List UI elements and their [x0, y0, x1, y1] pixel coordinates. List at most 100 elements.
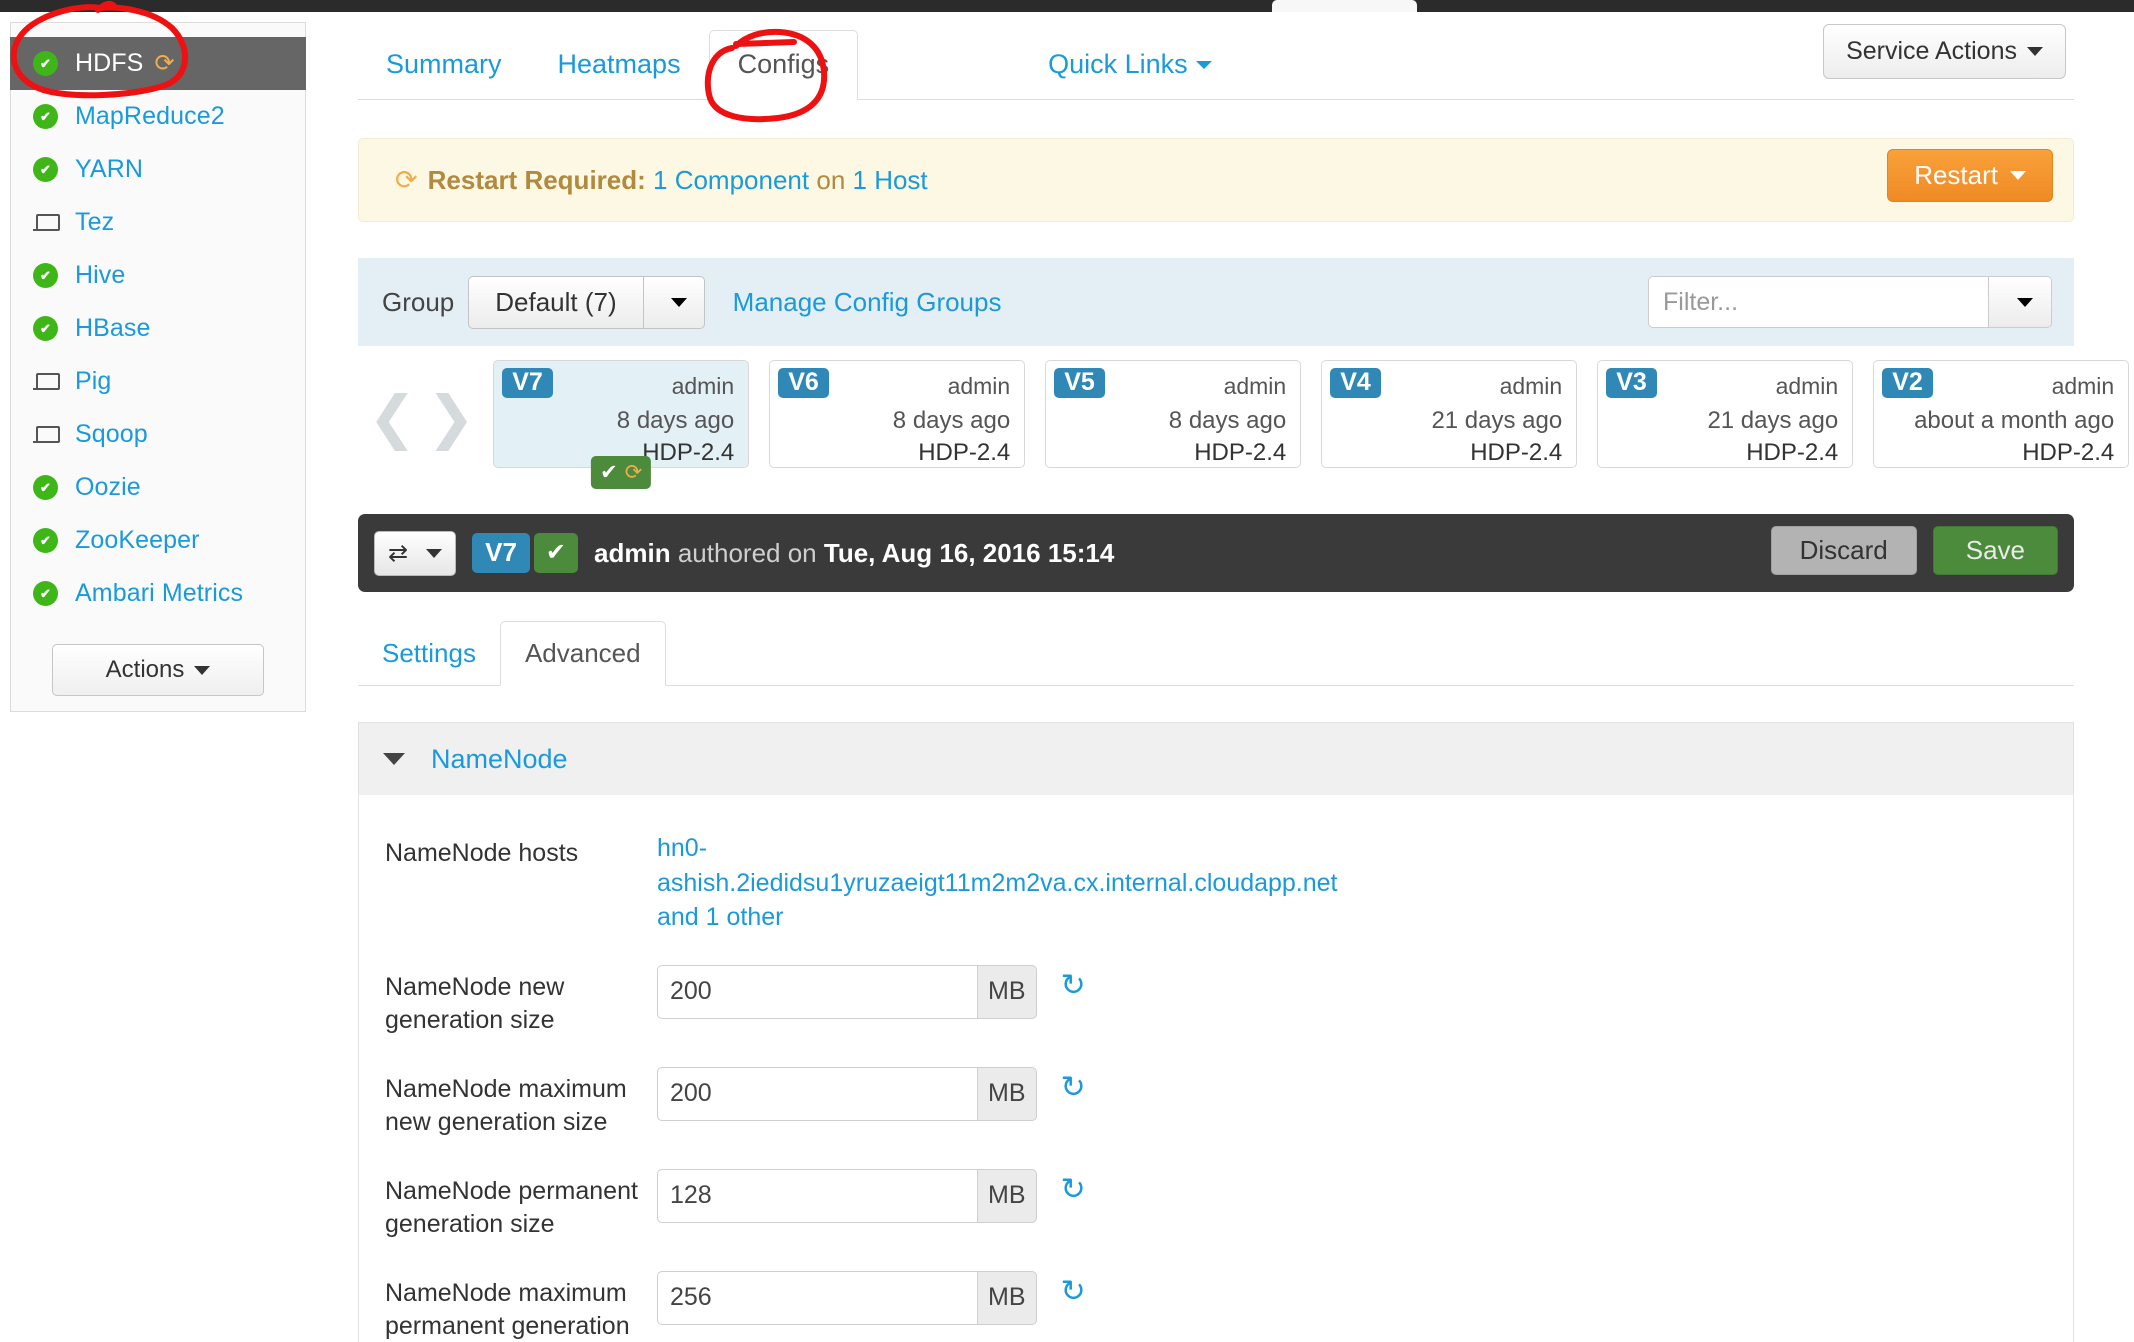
service-tabstrip: Summary Heatmaps Configs Quick Links Ser… [358, 12, 2074, 100]
input-group: MB [657, 964, 1037, 1019]
browser-tab-stub[interactable] [1272, 0, 1417, 12]
carousel-next-chevron-right-icon[interactable]: ❯ [427, 388, 476, 446]
version-card-v5[interactable]: V5 admin 8 days ago HDP-2.4 [1045, 360, 1302, 468]
filter-box [1648, 276, 2052, 328]
check-circle-green-icon [33, 528, 65, 553]
restart-alert-text: Restart Required: 1 Component on 1 Host [428, 165, 928, 196]
sidebar-item-label: Pig [75, 367, 112, 395]
sidebar-item-sqoop[interactable]: Sqoop [11, 408, 305, 461]
save-button[interactable]: Save [1932, 526, 2058, 575]
tab-advanced[interactable]: Advanced [499, 621, 666, 686]
sidebar-item-label: Oozie [75, 473, 141, 501]
carousel-prev-chevron-left-icon[interactable]: ❮ [368, 388, 417, 446]
version-card-v2[interactable]: V2 admin about a month ago HDP-2.4 [1873, 360, 2130, 468]
version-author: admin [1499, 373, 1563, 399]
restart-component-link[interactable]: 1 Component [653, 165, 809, 195]
authored-on-label: authored on [677, 537, 817, 568]
version-badge: V2 [1882, 368, 1933, 399]
version-age: about a month ago [1914, 407, 2115, 434]
check-circle-green-icon [33, 263, 65, 288]
sidebar-item-hbase[interactable]: HBase [11, 302, 305, 355]
client-laptop-icon [33, 372, 65, 391]
filter-input[interactable] [1648, 276, 1988, 328]
restart-swirl-icon: ⟳ [154, 50, 175, 77]
version-card-v3[interactable]: V3 admin 21 days ago HDP-2.4 [1597, 360, 1854, 468]
sidebar-item-hdfs[interactable]: HDFS ⟳ [10, 37, 306, 90]
newgen-size-input[interactable] [657, 964, 977, 1019]
check-circle-green-icon [33, 51, 65, 76]
check-circle-green-icon [33, 581, 65, 606]
client-laptop-icon [33, 425, 65, 444]
property-value: hn0-ashish.2iedidsu1yruzaeigt11m2m2va.cx… [657, 831, 2073, 935]
property-list: NameNode hosts hn0-ashish.2iedidsu1yruza… [359, 795, 2073, 1342]
config-group-select[interactable]: Default (7) [468, 275, 705, 329]
version-badge: V5 [1054, 368, 1105, 399]
property-row-max-newgen-size: NameNode maximum new generation size MB … [385, 1066, 2073, 1139]
browser-tab-strip [0, 0, 2134, 12]
namenode-section: NameNode NameNode hosts hn0-ashish.2iedi… [358, 722, 2074, 1342]
actions-button[interactable]: Actions [52, 644, 264, 696]
service-actions-button[interactable]: Service Actions [1823, 24, 2066, 79]
filter-dropdown-chevron-down-icon[interactable] [1988, 276, 2052, 328]
property-row-namenode-hosts: NameNode hosts hn0-ashish.2iedidsu1yruza… [385, 831, 2073, 935]
tab-summary[interactable]: Summary [358, 49, 530, 99]
sidebar-item-hive[interactable]: Hive [11, 249, 305, 302]
version-card-v7[interactable]: V7 admin 8 days ago HDP-2.4 ✔ ⟳ [493, 360, 750, 489]
config-group-bar: Group Default (7) Manage Config Groups [358, 258, 2074, 346]
version-author: admin [947, 373, 1011, 399]
compare-versions-button[interactable]: ⇄ [374, 530, 457, 576]
service-sidebar: HDFS ⟳ MapReduce2 YARN Tez Hive [10, 22, 306, 712]
manage-config-groups-link[interactable]: Manage Config Groups [733, 287, 1002, 318]
sidebar-item-ambari-metrics[interactable]: Ambari Metrics [11, 567, 305, 620]
property-row-newgen-size: NameNode new generation size MB ↻ [385, 964, 2073, 1037]
sidebar-item-label: MapReduce2 [75, 102, 225, 130]
revert-icon[interactable]: ↻ [1061, 1072, 1086, 1103]
config-subtabs: Settings Advanced [358, 618, 2074, 686]
input-group: MB [657, 1270, 1037, 1325]
namenode-section-header[interactable]: NameNode [359, 723, 2073, 795]
version-card-list: V7 admin 8 days ago HDP-2.4 ✔ ⟳ V6 admin… [493, 360, 2130, 489]
service-list: HDFS ⟳ MapReduce2 YARN Tez Hive [10, 23, 306, 620]
tab-settings[interactable]: Settings [358, 638, 500, 685]
sidebar-item-tez[interactable]: Tez [11, 196, 305, 249]
version-badge: V7 [502, 368, 553, 399]
sidebar-item-oozie[interactable]: Oozie [11, 461, 305, 514]
sidebar-item-label: Hive [75, 261, 126, 289]
version-card-v4[interactable]: V4 admin 21 days ago HDP-2.4 [1321, 360, 1578, 468]
revert-icon[interactable]: ↻ [1061, 970, 1086, 1001]
sidebar-item-mapreduce2[interactable]: MapReduce2 [11, 90, 305, 143]
group-label: Group [382, 286, 455, 317]
check-circle-green-icon [33, 475, 65, 500]
version-author: admin [1223, 373, 1287, 399]
restart-button[interactable]: Restart [1887, 149, 2053, 202]
restart-host-link[interactable]: 1 Host [853, 165, 928, 195]
sidebar-item-pig[interactable]: Pig [11, 355, 305, 408]
version-action-bar: ⇄ V7 ✔ admin authored on Tue, Aug 16, 20… [358, 514, 2074, 592]
version-timestamp: Tue, Aug 16, 2016 15:14 [823, 537, 1115, 568]
chevron-down-icon[interactable] [642, 275, 705, 329]
version-card-v6[interactable]: V6 admin 8 days ago HDP-2.4 [769, 360, 1026, 468]
revert-icon[interactable]: ↻ [1061, 1174, 1086, 1205]
service-actions-label: Service Actions [1846, 37, 2017, 65]
sidebar-item-zookeeper[interactable]: ZooKeeper [11, 514, 305, 567]
max-permgen-size-input[interactable] [657, 1270, 977, 1325]
chevron-down-icon [194, 665, 211, 675]
version-age: 21 days ago [1707, 407, 1839, 434]
version-stack: HDP-2.4 [642, 439, 735, 466]
version-author: admin [1775, 373, 1839, 399]
discard-button[interactable]: Discard [1770, 526, 1917, 575]
permgen-size-input[interactable] [657, 1168, 977, 1223]
sidebar-item-yarn[interactable]: YARN [11, 143, 305, 196]
namenode-hosts-link[interactable]: hn0-ashish.2iedidsu1yruzaeigt11m2m2va.cx… [657, 831, 1347, 935]
main-panel: Summary Heatmaps Configs Quick Links Ser… [358, 12, 2130, 1342]
revert-icon[interactable]: ↻ [1061, 1276, 1086, 1307]
quick-links-dropdown[interactable]: Quick Links [1048, 49, 1212, 99]
chevron-down-icon [1195, 60, 1212, 69]
tab-configs[interactable]: Configs [708, 30, 859, 100]
compare-shuffle-icon: ⇄ [388, 539, 409, 567]
version-age: 8 days ago [892, 407, 1011, 434]
max-newgen-size-input[interactable] [657, 1066, 977, 1121]
config-group-selected[interactable]: Default (7) [468, 275, 643, 329]
tab-heatmaps[interactable]: Heatmaps [530, 49, 709, 99]
sidebar-item-label: HBase [75, 314, 151, 342]
